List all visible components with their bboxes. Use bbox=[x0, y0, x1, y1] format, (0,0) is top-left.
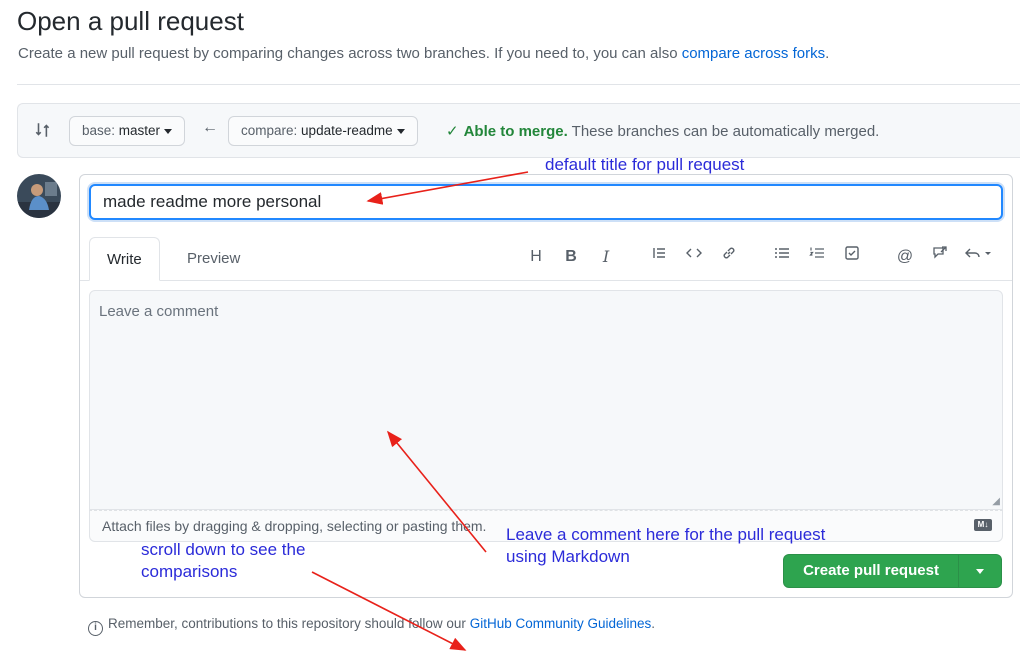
info-icon: i bbox=[88, 621, 103, 636]
compare-arrows-icon bbox=[35, 123, 50, 137]
annotation-scroll-note: scroll down to see the comparisons bbox=[141, 539, 305, 583]
chevron-down-icon bbox=[164, 128, 173, 134]
page-subtitle: Create a new pull request by comparing c… bbox=[18, 45, 829, 62]
subtitle-text: Create a new pull request by comparing c… bbox=[18, 45, 678, 62]
tab-preview[interactable]: Preview bbox=[170, 237, 257, 281]
chevron-down-icon bbox=[396, 128, 405, 134]
attach-text: Attach files by dragging & dropping, sel… bbox=[102, 518, 487, 534]
tab-write[interactable]: Write bbox=[89, 237, 160, 281]
base-branch-select[interactable]: base: master bbox=[69, 116, 186, 146]
ordered-list-icon[interactable] bbox=[805, 245, 829, 269]
page-title: Open a pull request bbox=[17, 6, 244, 36]
mention-icon[interactable]: @ bbox=[893, 245, 917, 269]
footer-text: Remember, contributions to this reposito… bbox=[108, 616, 466, 631]
markdown-icon: M↓ bbox=[974, 519, 992, 531]
user-avatar-image bbox=[17, 174, 61, 218]
compare-branch-select[interactable]: compare: update-readme bbox=[228, 116, 418, 146]
header-divider bbox=[17, 84, 1020, 85]
annotation-comment-note: Leave a comment here for the pull reques… bbox=[506, 524, 825, 568]
reference-icon[interactable] bbox=[928, 245, 952, 269]
merge-status-text: These branches can be automatically merg… bbox=[571, 123, 880, 140]
merge-status: ✓ Able to merge. These branches can be au… bbox=[446, 122, 879, 140]
base-branch-name: master bbox=[118, 123, 161, 138]
annotation-scroll-line1: scroll down to see the bbox=[141, 540, 306, 559]
code-icon[interactable] bbox=[682, 245, 706, 269]
merge-ok-label: Able to merge. bbox=[463, 123, 568, 140]
italic-icon[interactable]: I bbox=[594, 245, 618, 269]
annotation-title-note: default title for pull request bbox=[545, 155, 745, 174]
check-icon: ✓ bbox=[446, 123, 459, 140]
arrow-left-icon: ← bbox=[202, 119, 218, 136]
annotation-comment-line1: Leave a comment here for the pull reques… bbox=[506, 525, 826, 544]
task-list-icon[interactable] bbox=[840, 245, 864, 269]
reply-icon[interactable] bbox=[962, 245, 996, 269]
pr-title-input[interactable] bbox=[89, 184, 1003, 220]
community-guidelines-link[interactable]: GitHub Community Guidelines bbox=[470, 616, 652, 631]
resize-grip-icon[interactable]: ◢ bbox=[992, 496, 1000, 507]
heading-icon[interactable]: H bbox=[524, 245, 548, 269]
subtitle-end: . bbox=[825, 45, 830, 62]
editor-tabs: Write Preview H B I @ bbox=[80, 237, 1012, 281]
branch-range-bar: base: master ← compare: update-readme ✓ A… bbox=[17, 103, 1020, 158]
quote-icon[interactable] bbox=[647, 245, 671, 269]
bold-icon[interactable]: B bbox=[559, 245, 583, 269]
comment-textarea[interactable]: Leave a comment ◢ bbox=[89, 290, 1003, 510]
create-options-dropdown[interactable] bbox=[958, 555, 1001, 587]
comment-placeholder: Leave a comment bbox=[99, 303, 219, 320]
chevron-down-icon bbox=[976, 569, 984, 574]
avatar[interactable] bbox=[17, 174, 61, 218]
link-icon[interactable] bbox=[717, 245, 741, 269]
annotation-comment-line2: using Markdown bbox=[506, 547, 630, 566]
footer-end: . bbox=[651, 616, 656, 631]
contribution-guidelines-note: i Remember, contributions to this reposit… bbox=[88, 616, 655, 636]
compare-prefix: compare: bbox=[241, 123, 298, 138]
compare-branch-name: update-readme bbox=[301, 123, 393, 138]
unordered-list-icon[interactable] bbox=[770, 245, 794, 269]
annotation-scroll-line2: comparisons bbox=[141, 562, 238, 581]
compare-across-forks-link[interactable]: compare across forks bbox=[682, 45, 825, 62]
base-prefix: base: bbox=[82, 123, 116, 138]
